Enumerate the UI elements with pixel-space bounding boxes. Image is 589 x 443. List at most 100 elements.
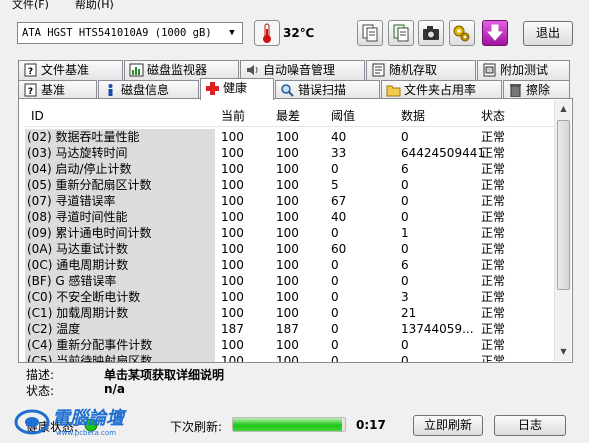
cell-data: 0: [401, 210, 409, 224]
tab-label: 磁盘信息: [121, 83, 170, 97]
drive-select-value: ATA HGST HTS541010A9 (1000 gB): [22, 27, 212, 39]
cell-worst: 100: [276, 162, 299, 176]
cell-worst: 187: [276, 322, 299, 336]
scroll-up-icon[interactable]: ▲: [556, 101, 571, 117]
tab-label: 磁盘监视器: [147, 63, 208, 77]
cell-threshold: 0: [331, 290, 339, 304]
cell-attribute: (05) 重新分配扇区计数: [25, 177, 215, 193]
refresh-now-button[interactable]: 立即刷新: [413, 415, 483, 436]
cell-data: 0: [401, 274, 409, 288]
cell-current: 100: [221, 162, 244, 176]
table-row[interactable]: (03) 马达旋转时间 100 100 33 64424509441 正常: [25, 145, 555, 161]
tab-label: 随机存取: [389, 63, 438, 77]
refresh-progress-fill: [233, 418, 342, 431]
table-row[interactable]: (09) 累计通电时间计数 100 100 0 1 正常: [25, 225, 555, 241]
cell-current: 100: [221, 274, 244, 288]
magnifier-icon: [281, 84, 294, 97]
tab-erase[interactable]: 擦除: [503, 80, 570, 100]
table-row[interactable]: (C4) 重新分配事件计数 100 100 0 0 正常: [25, 337, 555, 353]
cell-threshold: 60: [331, 242, 347, 256]
tab-health[interactable]: 健康: [200, 78, 274, 100]
cell-threshold: 0: [331, 306, 339, 320]
scrollbar-thumb[interactable]: [557, 120, 570, 290]
copy-all-button[interactable]: [388, 20, 414, 46]
tab-label: 附加测试: [500, 63, 549, 77]
table-row[interactable]: (02) 数据吞吐量性能 100 100 40 0 正常: [25, 129, 555, 145]
cell-worst: 100: [276, 194, 299, 208]
exit-button[interactable]: 退出: [523, 21, 573, 46]
camera-icon: [423, 26, 439, 40]
table-row[interactable]: (C5) 当前待映射扇区数 100 100 0 0 正常: [25, 353, 555, 362]
table-row[interactable]: (08) 寻道时间性能 100 100 40 0 正常: [25, 209, 555, 225]
table-row[interactable]: (07) 寻道错误率 100 100 67 0 正常: [25, 193, 555, 209]
cell-status: 正常: [481, 322, 506, 336]
vertical-scrollbar[interactable]: ▲ ▼: [554, 100, 571, 361]
tab-benchmark[interactable]: ? 基准: [18, 80, 97, 100]
copy-all-icon: [393, 24, 409, 42]
cell-data: 3: [401, 290, 409, 304]
cell-attribute: (C0) 不安全断电计数: [25, 289, 215, 305]
table-row[interactable]: (C1) 加载周期计数 100 100 0 21 正常: [25, 305, 555, 321]
menu-help[interactable]: 帮助(H): [75, 0, 114, 10]
tab-error-scan[interactable]: 错误扫描: [275, 80, 380, 100]
tabs-row-1: ? 文件基准 磁盘监视器 自动噪音管理 随机存取 附加测试: [18, 60, 570, 80]
tab-label: 健康: [223, 81, 248, 95]
cell-threshold: 0: [331, 322, 339, 336]
tab-folder-usage[interactable]: 文件夹占用率: [381, 80, 502, 100]
table-row[interactable]: (C2) 温度 187 187 0 13744059... 正常: [25, 321, 555, 337]
cell-status: 正常: [481, 354, 506, 362]
cell-worst: 100: [276, 242, 299, 256]
svg-text:www.pcbeta.com: www.pcbeta.com: [56, 429, 116, 437]
table-row[interactable]: (04) 启动/停止计数 100 100 0 6 正常: [25, 161, 555, 177]
menu-file[interactable]: 文件(F): [12, 0, 49, 10]
speaker-icon: [247, 65, 258, 75]
cell-data: 0: [401, 354, 409, 362]
tab-label: 文件夹占用率: [404, 83, 477, 97]
cell-threshold: 5: [331, 178, 339, 192]
drive-select[interactable]: ATA HGST HTS541010A9 (1000 gB) ▼: [17, 22, 243, 44]
health-cross-icon: [206, 82, 219, 95]
arrow-down-icon: [486, 24, 504, 41]
disk-monitor-icon: [129, 63, 144, 77]
table-row[interactable]: (0A) 马达重试计数 100 100 60 0 正常: [25, 241, 555, 257]
cell-attribute: (0C) 通电周期计数: [25, 257, 215, 273]
cell-current: 100: [221, 338, 244, 352]
tab-disk-monitor[interactable]: 磁盘监视器: [124, 60, 239, 80]
table-row[interactable]: (BF) G 感错误率 100 100 0 0 正常: [25, 273, 555, 289]
cell-data: 0: [401, 338, 409, 352]
tab-random-access[interactable]: 随机存取: [366, 60, 476, 80]
tab-noise-management[interactable]: 自动噪音管理: [240, 60, 365, 80]
cell-threshold: 67: [331, 194, 347, 208]
table-row[interactable]: (C0) 不安全断电计数 100 100 0 3 正常: [25, 289, 555, 305]
cell-worst: 100: [276, 338, 299, 352]
cell-worst: 100: [276, 178, 299, 192]
table-row[interactable]: (05) 重新分配扇区计数 100 100 5 0 正常: [25, 177, 555, 193]
description-value: 单击某项获取详细说明: [104, 368, 225, 382]
cell-status: 正常: [481, 338, 506, 352]
cell-threshold: 0: [331, 226, 339, 240]
tab-extra-tests[interactable]: 附加测试: [477, 60, 570, 80]
cell-attribute: (09) 累计通电时间计数: [25, 225, 215, 241]
cell-worst: 100: [276, 354, 299, 362]
table-row[interactable]: (0C) 通电周期计数 100 100 0 6 正常: [25, 257, 555, 273]
options-button[interactable]: [449, 20, 475, 46]
cell-threshold: 33: [331, 146, 347, 160]
copy-icon: [362, 24, 378, 42]
cell-current: 100: [221, 242, 244, 256]
cell-attribute: (C2) 温度: [25, 321, 215, 337]
cell-status: 正常: [481, 258, 506, 272]
screenshot-button[interactable]: [418, 20, 444, 46]
tab-file-benchmark[interactable]: ? 文件基准: [18, 60, 123, 80]
trash-icon: [510, 84, 521, 97]
tab-disk-info[interactable]: 磁盘信息: [98, 80, 199, 100]
file-benchmark-icon: ?: [24, 63, 37, 77]
save-down-button[interactable]: [482, 20, 508, 46]
cell-status: 正常: [481, 226, 506, 240]
tab-label: 擦除: [526, 83, 551, 97]
copy-button[interactable]: [357, 20, 383, 46]
cell-status: 正常: [481, 146, 506, 160]
cell-data: 0: [401, 194, 409, 208]
log-button[interactable]: 日志: [494, 415, 566, 436]
cell-attribute: (02) 数据吞吐量性能: [25, 129, 215, 145]
scroll-down-icon[interactable]: ▼: [556, 344, 571, 360]
